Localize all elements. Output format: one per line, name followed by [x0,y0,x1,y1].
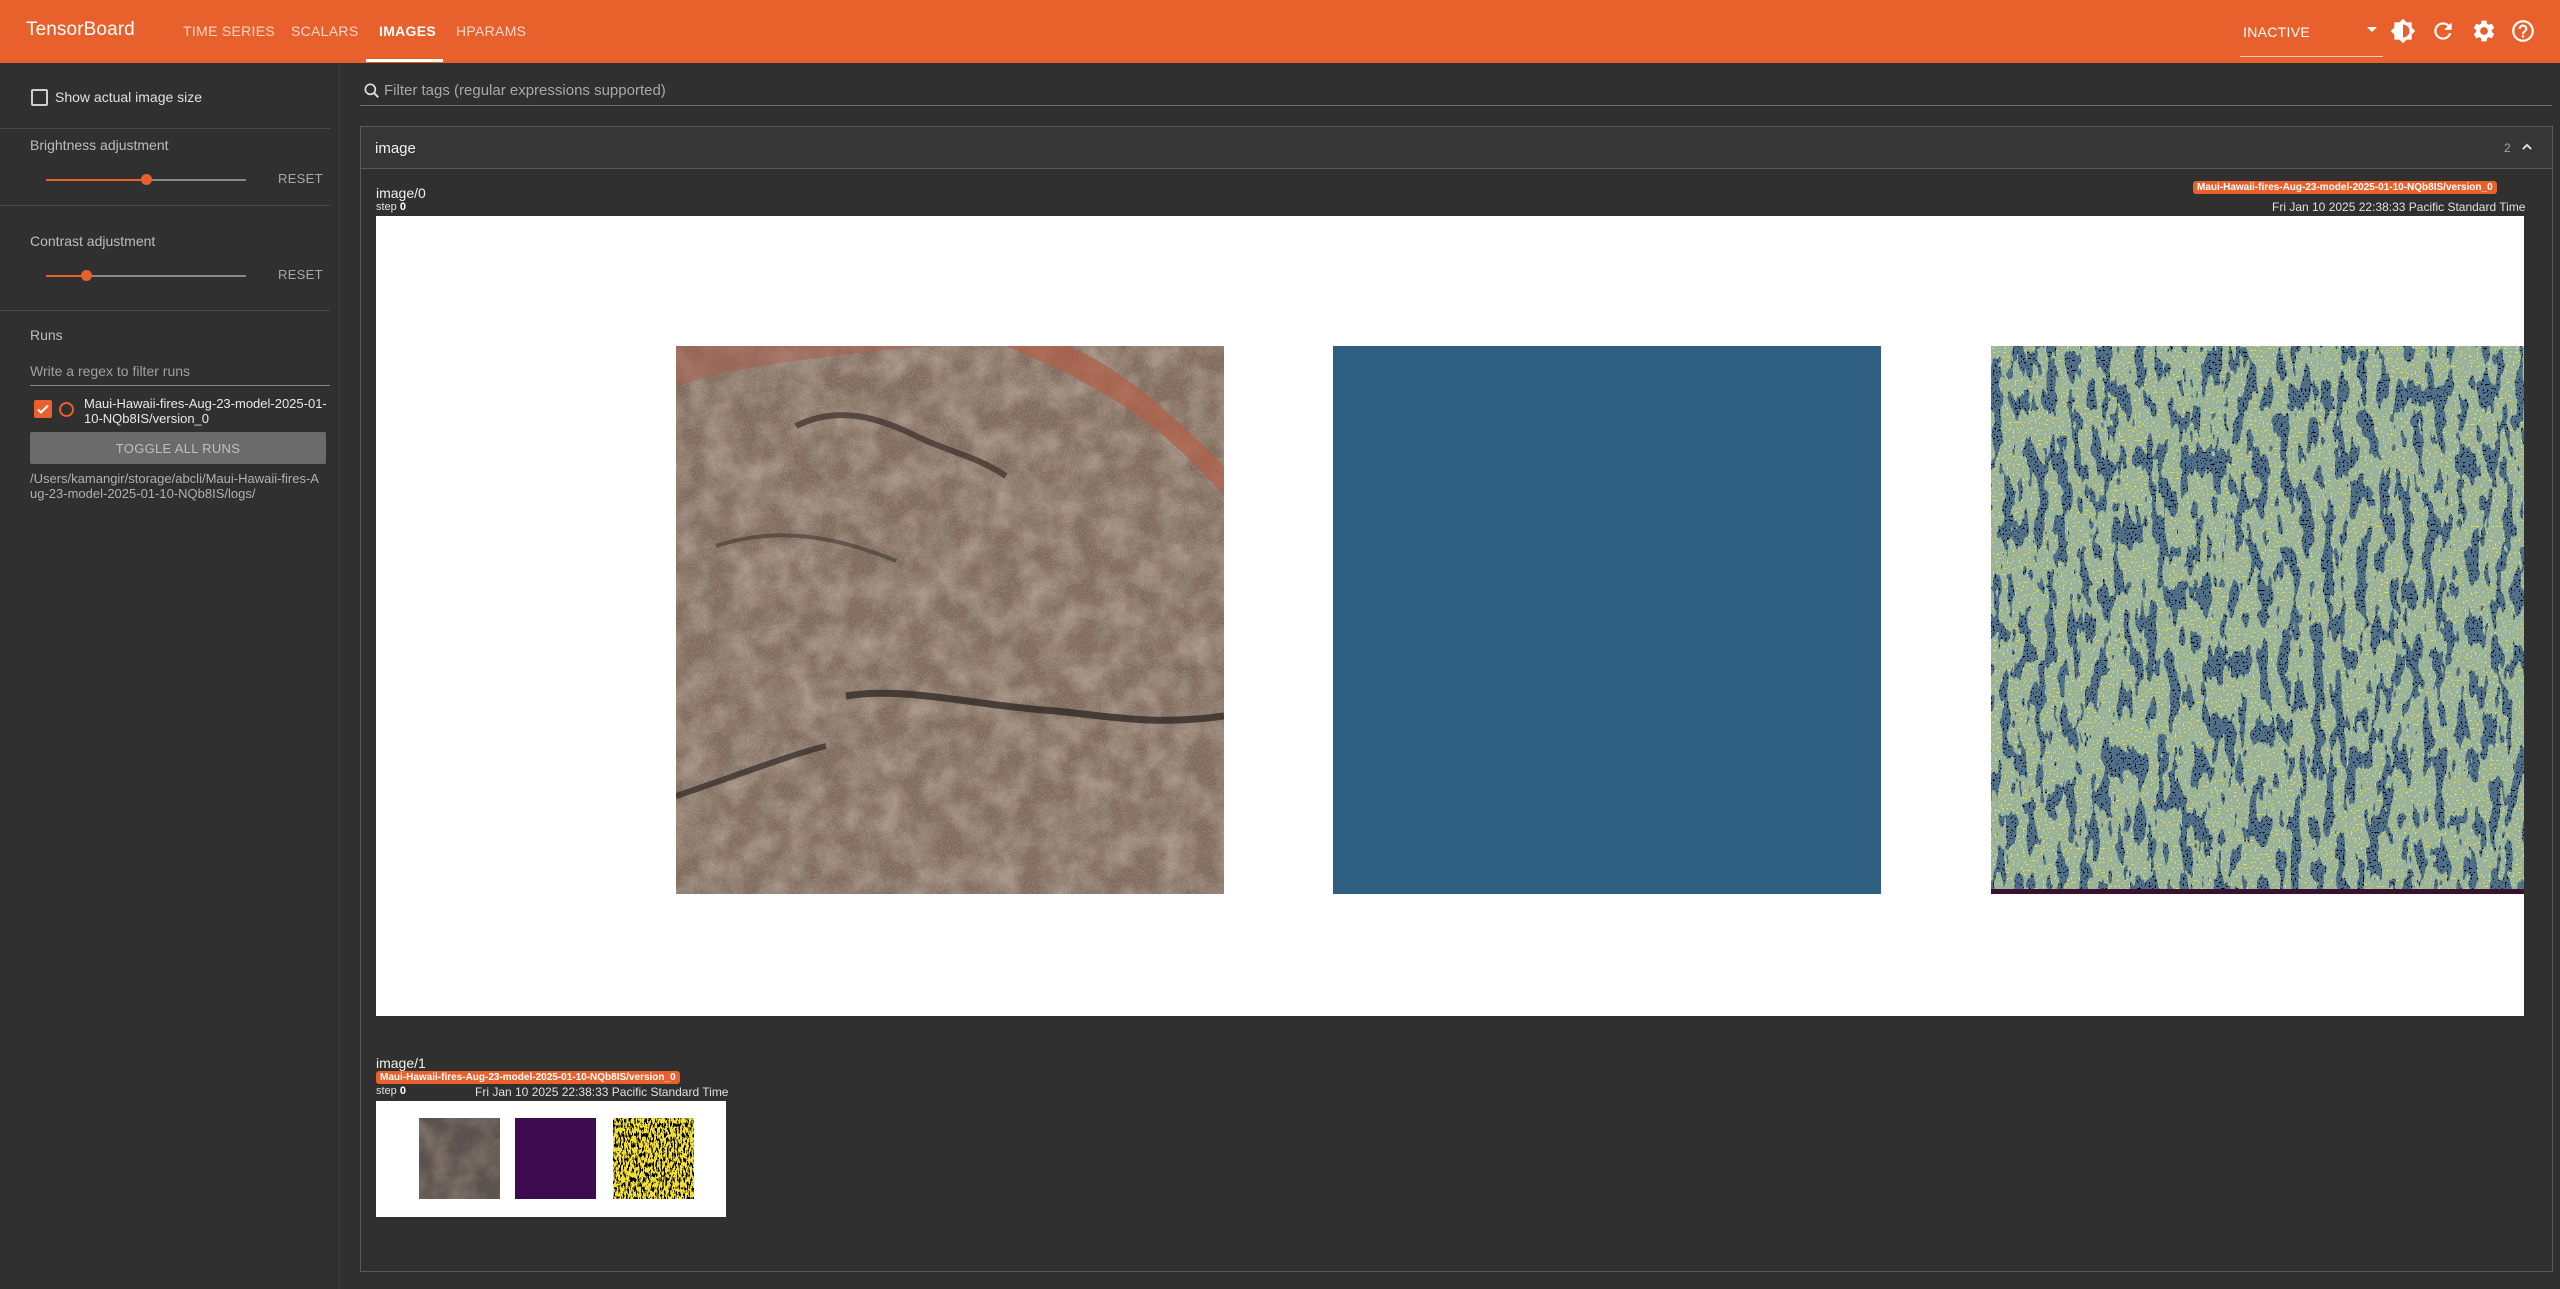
show-actual-size-label[interactable]: Show actual image size [55,89,202,105]
segmentation-image [1991,346,2524,894]
step-label: step 0 [376,1085,406,1097]
run-name: Maui-Hawaii-fires-Aug-23-model-2025-01-1… [84,396,327,426]
contrast-reset-button[interactable]: RESET [278,267,323,282]
inactive-plugins-select[interactable]: INACTIVE [2243,24,2310,40]
image-group-card: image 2 image/0 step 0 Maui-Hawaii-fires… [360,126,2553,1272]
tab-scalars[interactable]: SCALARS [291,23,358,39]
aerial-image [676,346,1224,894]
top-app-bar: TensorBoard TIME SERIES SCALARS IMAGES H… [0,0,2560,63]
divider [0,128,330,129]
checkmark-icon [37,404,49,414]
tag-filter [360,76,2552,106]
chevron-down-icon[interactable] [2367,27,2377,32]
settings-icon[interactable] [2471,18,2497,44]
refresh-icon[interactable] [2430,18,2456,44]
runs-filter-input[interactable] [30,356,330,386]
contrast-slider-thumb[interactable] [81,270,92,281]
blue-mask-image [1333,346,1881,894]
tab-hparams[interactable]: HPARAMS [456,23,526,39]
app-title[interactable]: TensorBoard [26,19,135,41]
timestamp: Fri Jan 10 2025 22:38:33 Pacific Standar… [475,1085,729,1099]
group-title: image [375,140,416,157]
log-directory: /Users/kamangir/storage/abcli/Maui-Hawai… [30,471,319,501]
brightness-label: Brightness adjustment [30,137,169,153]
divider [0,205,330,206]
image-card-tag: image/1 [376,1055,426,1071]
runs-title: Runs [30,327,63,343]
run-checkbox[interactable] [34,400,52,418]
chevron-up-icon[interactable] [2517,137,2537,157]
group-count: 2 [2504,141,2511,155]
active-tab-indicator [366,59,443,62]
run-chip: Maui-Hawaii-fires-Aug-23-model-2025-01-1… [376,1071,680,1084]
image-card-tag: image/0 [376,185,426,201]
tag-filter-input[interactable] [384,78,2534,102]
step-label: step 0 [376,201,406,213]
brightness-reset-button[interactable]: RESET [278,171,323,186]
image-canvas[interactable] [376,216,2524,1016]
contrast-label: Contrast adjustment [30,233,156,249]
help-icon[interactable] [2510,18,2536,44]
settings-sidebar: Show actual image size Brightness adjust… [0,63,340,1289]
tab-images[interactable]: IMAGES [379,23,436,39]
aerial-thumb [419,1118,500,1199]
timestamp: Fri Jan 10 2025 22:38:33 Pacific Standar… [2272,200,2526,214]
divider [0,310,330,311]
select-underline [2240,56,2383,57]
contrast-slider-fill [46,275,86,277]
brightness-slider-thumb[interactable] [141,174,152,185]
run-color-circle[interactable] [59,402,74,417]
run-chip: Maui-Hawaii-fires-Aug-23-model-2025-01-1… [2193,181,2497,194]
purple-mask-thumb [515,1118,596,1199]
toggle-all-runs-button[interactable]: TOGGLE ALL RUNS [30,432,326,464]
brightness-slider-fill [46,179,146,181]
segmentation-thumb [613,1118,694,1199]
tab-time-series[interactable]: TIME SERIES [183,23,275,39]
search-icon [364,83,379,98]
image-canvas-small[interactable] [376,1101,726,1217]
show-actual-size-checkbox[interactable] [31,89,48,106]
group-header[interactable]: image 2 [361,127,2552,169]
theme-icon[interactable] [2390,18,2416,44]
